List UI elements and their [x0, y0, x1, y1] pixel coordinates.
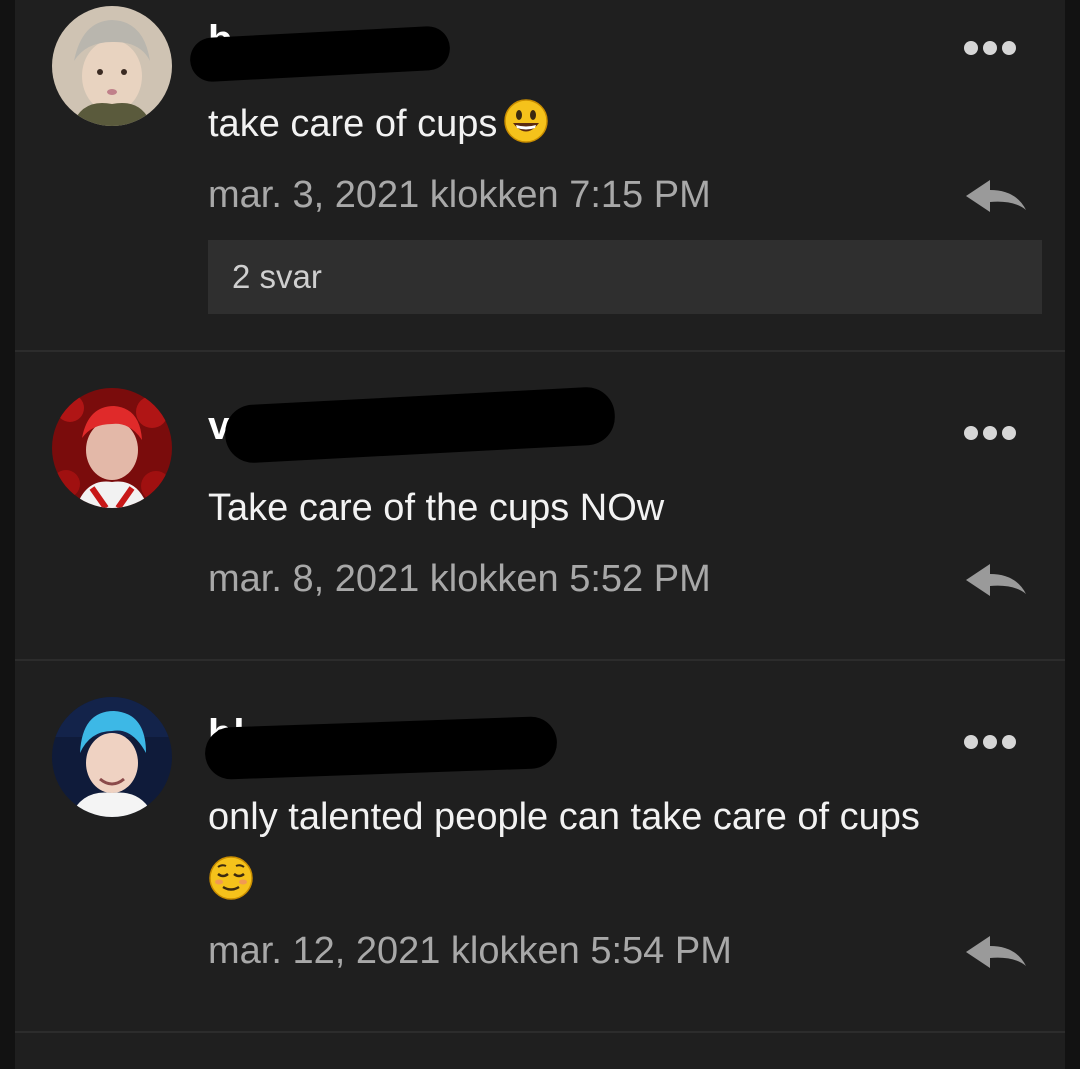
more-options-icon [964, 41, 978, 55]
more-options-button[interactable] [964, 426, 1016, 440]
avatar-photo [52, 6, 172, 126]
reply-button[interactable] [964, 560, 1028, 600]
reply-arrow-icon [966, 936, 1026, 968]
more-options-icon [964, 735, 978, 749]
view-replies-button[interactable]: 2 svar [208, 240, 1042, 314]
avatar-photo [52, 388, 172, 508]
reply-arrow-icon [966, 180, 1026, 212]
smiling-face-icon [503, 98, 549, 144]
comment-date: mar. 12, 2021 klokken 5:54 PM [208, 930, 732, 972]
avatar[interactable] [52, 6, 172, 126]
comment-date: mar. 8, 2021 klokken 5:52 PM [208, 558, 711, 600]
more-options-button[interactable] [964, 41, 1016, 55]
avatar[interactable] [52, 388, 172, 508]
relieved-face-icon [208, 855, 254, 901]
divider [15, 659, 1065, 661]
more-options-icon [964, 426, 978, 440]
reply-button[interactable] [964, 932, 1028, 972]
more-options-button[interactable] [964, 735, 1016, 749]
avatar[interactable] [52, 697, 172, 817]
divider [15, 350, 1065, 352]
comment-date: mar. 3, 2021 klokken 7:15 PM [208, 174, 711, 216]
divider [15, 1031, 1065, 1033]
avatar-photo [52, 697, 172, 817]
comment-text: only talented people can take care of cu… [208, 785, 1038, 913]
comment-text: take care of cups [208, 92, 1038, 156]
reply-arrow-icon [966, 564, 1026, 596]
comment-text: Take care of the cups NOw [208, 487, 665, 529]
reply-button[interactable] [964, 176, 1028, 216]
